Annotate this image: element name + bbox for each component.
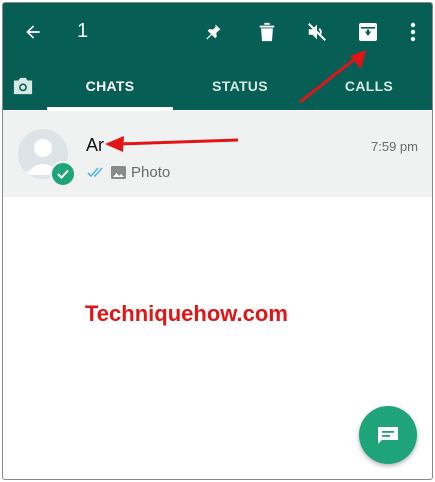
chat-name: Ar [86,135,104,155]
double-tick-icon [87,167,103,178]
tab-status[interactable]: STATUS [175,61,305,110]
photo-icon [111,165,126,179]
app-frame: 1 CHATS STATUS CALLS Ar 7:59 pm Photo Te… [2,2,433,480]
new-chat-fab[interactable] [359,406,417,464]
message-icon [378,427,398,444]
tab-bar: CHATS STATUS CALLS [3,61,432,110]
chat-timestamp: 7:59 pm [371,139,418,154]
chat-preview: Photo [87,163,170,181]
pin-icon[interactable] [198,17,228,47]
selected-check-icon [50,161,76,187]
selection-toolbar: 1 [3,3,432,61]
active-tab-indicator [47,107,173,110]
back-arrow-icon[interactable] [18,17,48,47]
tab-chats[interactable]: CHATS [47,61,173,110]
camera-icon[interactable] [8,71,38,101]
chat-list-item[interactable]: Ar 7:59 pm Photo [3,111,432,197]
mute-icon[interactable] [302,17,332,47]
tab-calls[interactable]: CALLS [306,61,432,110]
archive-icon[interactable] [353,17,383,47]
selected-count: 1 [77,20,89,42]
chat-preview-text: Photo [131,163,171,181]
more-vert-icon[interactable] [398,17,428,47]
watermark-text: Techniquehow.com [85,301,288,326]
delete-icon[interactable] [252,17,282,47]
app-bar: 1 CHATS STATUS CALLS [3,3,432,110]
